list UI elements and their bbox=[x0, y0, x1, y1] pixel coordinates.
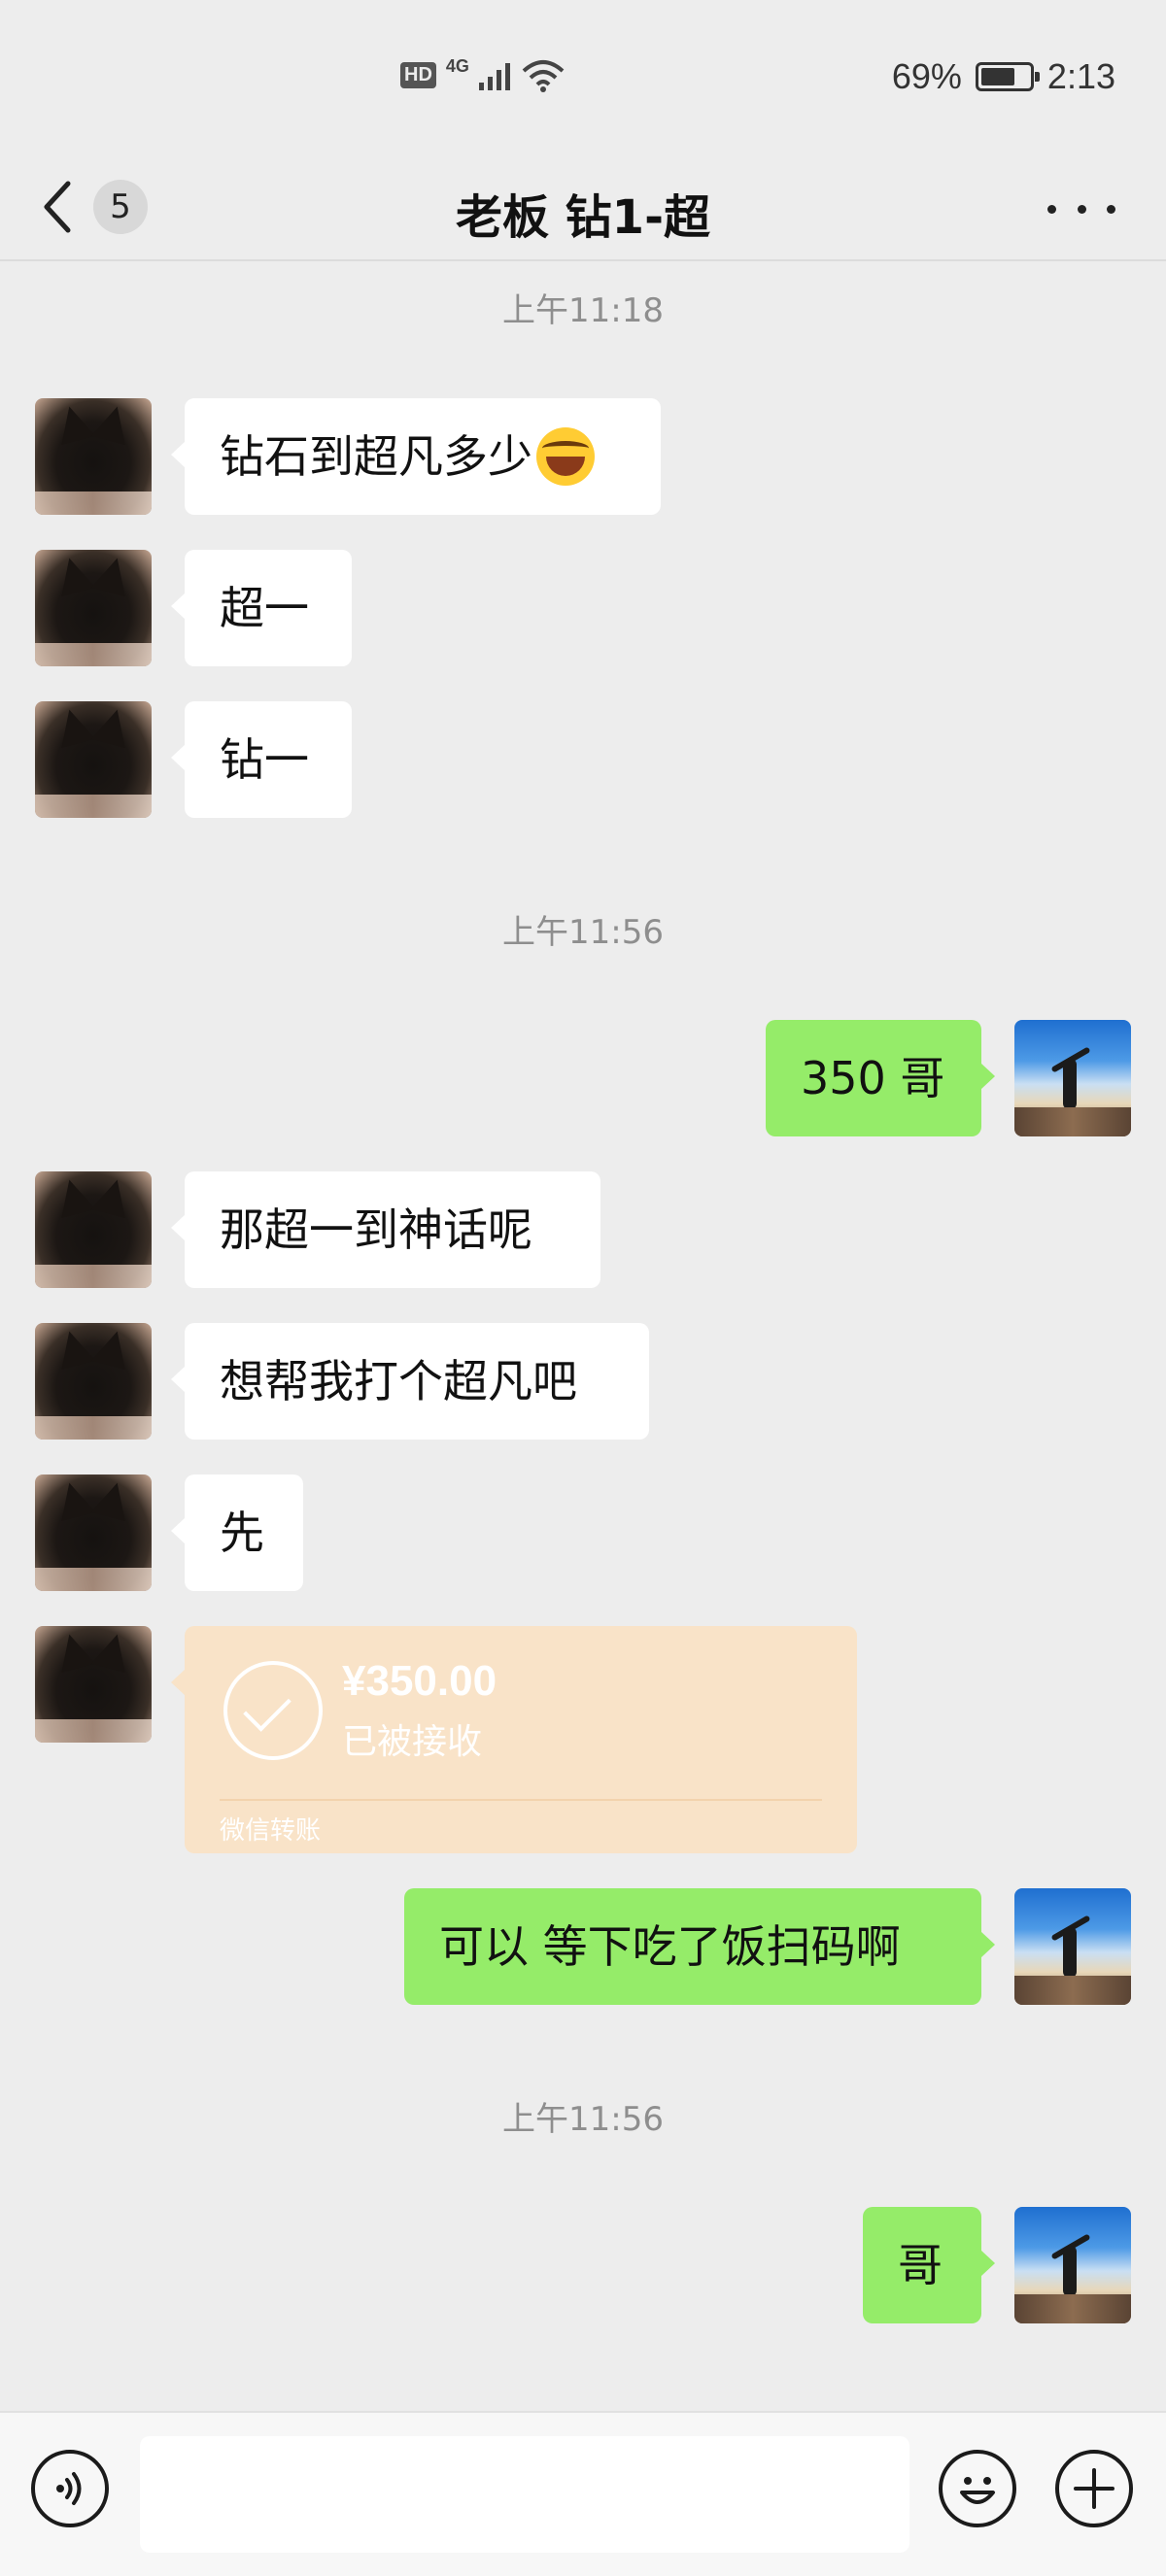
message-text: 350 哥 bbox=[801, 1052, 945, 1104]
message-bubble-outgoing[interactable]: 350 哥 bbox=[766, 1020, 995, 1136]
timestamp: 上午11:56 bbox=[502, 2100, 664, 2139]
message-bubble-outgoing[interactable]: 可以 等下吃了饭扫码啊 bbox=[404, 1888, 995, 2005]
message-bubble-incoming[interactable]: 超一 bbox=[171, 550, 352, 666]
chat-header: 5 老板 钻1-超 bbox=[0, 146, 1166, 262]
voice-button[interactable] bbox=[31, 2450, 109, 2527]
transfer-label: 微信转账 bbox=[220, 1816, 322, 1846]
message-bubble-incoming[interactable]: 想帮我打个超凡吧 bbox=[171, 1323, 649, 1440]
input-bar bbox=[0, 2411, 1166, 2576]
emoji-button[interactable] bbox=[939, 2450, 1016, 2527]
voice-icon bbox=[56, 2472, 82, 2505]
chat-title: 老板 钻1-超 bbox=[455, 190, 711, 245]
check-circle-icon bbox=[223, 1661, 323, 1760]
contact-avatar[interactable] bbox=[35, 550, 152, 666]
network-indicators: HD 4G bbox=[400, 56, 565, 94]
transfer-amount: ¥350.00 bbox=[342, 1657, 497, 1705]
smiley-icon bbox=[960, 2477, 995, 2504]
message-bubble-outgoing[interactable]: 哥 bbox=[863, 2207, 995, 2323]
more-features-button[interactable] bbox=[1055, 2450, 1133, 2527]
message-list[interactable]: 上午11:18 钻石到超凡多少 超一 钻一 上午11:56 350 哥 那超一到… bbox=[0, 0, 1166, 2411]
contact-avatar[interactable] bbox=[35, 1626, 152, 1743]
message-text: 那超一到神话呢 bbox=[220, 1203, 532, 1256]
contact-avatar[interactable] bbox=[35, 398, 152, 515]
network-type: 4G bbox=[445, 56, 469, 76]
transfer-divider bbox=[220, 1799, 822, 1801]
signal-icon bbox=[478, 62, 510, 90]
message-bubble-incoming[interactable]: 先 bbox=[171, 1474, 303, 1591]
message-bubble-incoming[interactable]: 那超一到神话呢 bbox=[171, 1171, 600, 1288]
message-text: 超一 bbox=[220, 582, 309, 634]
transfer-status: 已被接收 bbox=[342, 1722, 483, 1762]
status-bar: HD 4G 69% 2:13 bbox=[0, 0, 1166, 155]
message-text: 想帮我打个超凡吧 bbox=[220, 1355, 577, 1407]
self-avatar[interactable] bbox=[1014, 2207, 1131, 2323]
clock: 2:13 bbox=[1046, 56, 1115, 96]
message-text: 哥 bbox=[898, 2239, 943, 2291]
contact-avatar[interactable] bbox=[35, 701, 152, 818]
wifi-icon bbox=[522, 59, 565, 92]
contact-avatar[interactable] bbox=[35, 1474, 152, 1591]
message-text: 钻一 bbox=[220, 733, 309, 786]
message-text: 可以 等下吃了饭扫码啊 bbox=[439, 1920, 901, 1973]
hd-badge: HD bbox=[400, 62, 436, 88]
joy-emoji-icon bbox=[536, 426, 595, 486]
message-input[interactable] bbox=[140, 2436, 909, 2553]
self-avatar[interactable] bbox=[1014, 1888, 1131, 2005]
ellipsis-icon bbox=[1047, 204, 1056, 214]
message-text: 钻石到超凡多少 bbox=[220, 430, 532, 483]
header-divider bbox=[0, 259, 1166, 261]
contact-avatar[interactable] bbox=[35, 1323, 152, 1440]
status-right: 69% 2:13 bbox=[892, 56, 1115, 97]
battery-percent: 69% bbox=[891, 56, 962, 96]
plus-circle-icon bbox=[1074, 2468, 1115, 2509]
contact-avatar[interactable] bbox=[35, 1171, 152, 1288]
message-bubble-incoming[interactable]: 钻一 bbox=[171, 701, 352, 818]
timestamp: 上午11:18 bbox=[502, 291, 664, 330]
more-options-button[interactable] bbox=[1047, 185, 1115, 233]
message-bubble-incoming[interactable]: 钻石到超凡多少 bbox=[171, 398, 661, 515]
message-text: 先 bbox=[220, 1507, 264, 1559]
timestamp: 上午11:56 bbox=[502, 913, 664, 952]
transfer-card[interactable]: ¥350.00 已被接收 微信转账 bbox=[171, 1626, 857, 1853]
battery-icon bbox=[975, 62, 1040, 91]
self-avatar[interactable] bbox=[1014, 1020, 1131, 1136]
